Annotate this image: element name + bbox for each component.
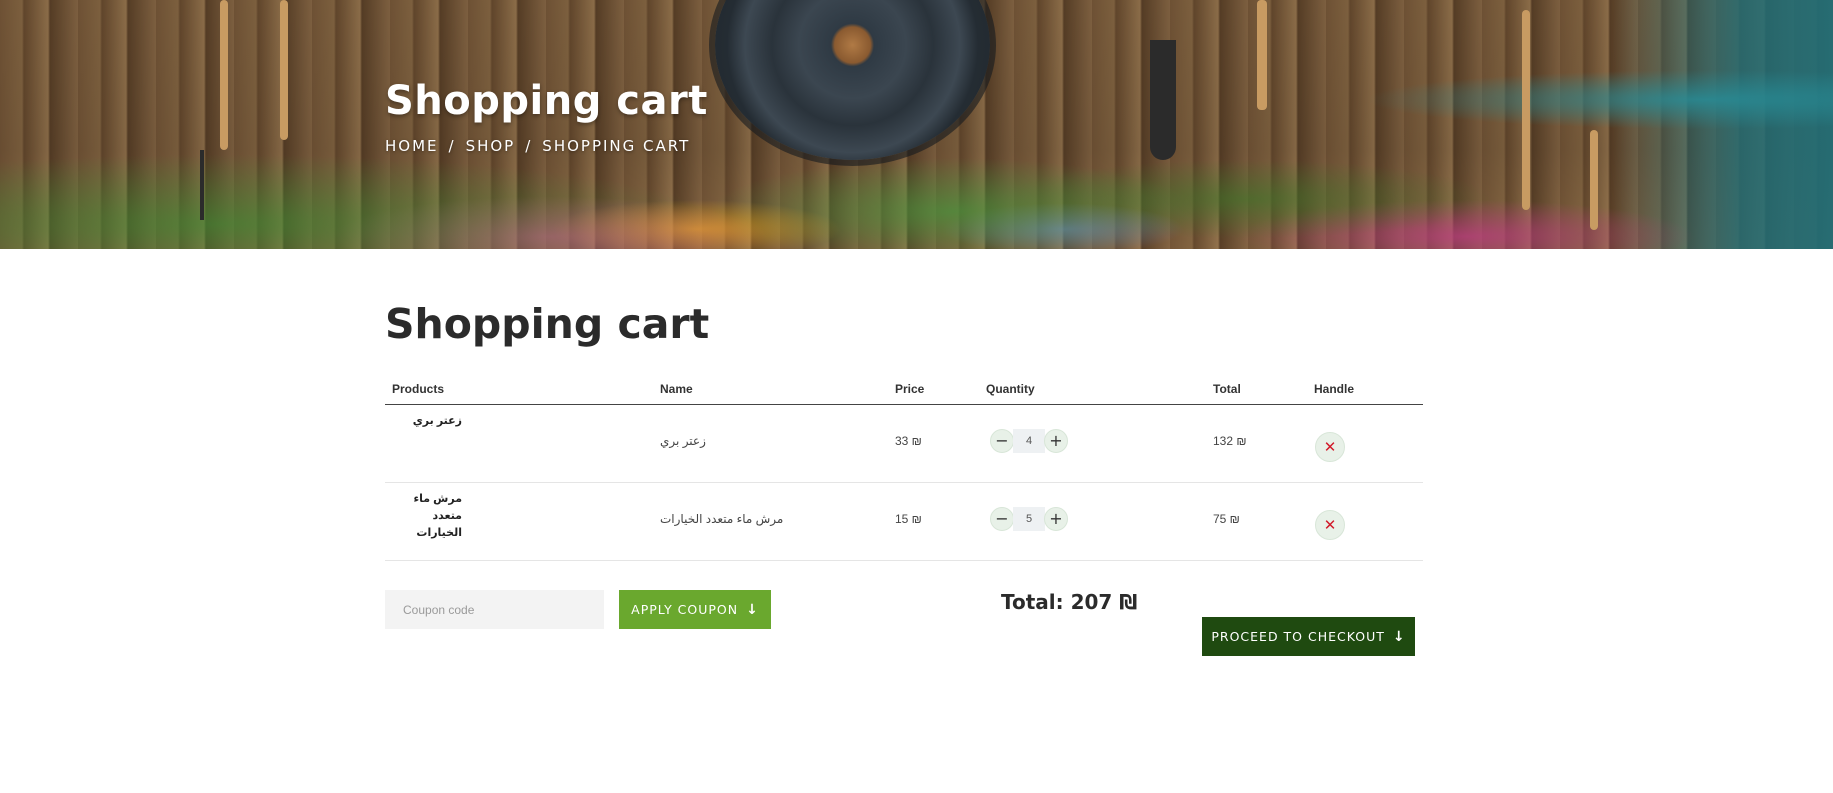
quantity-value[interactable]: 4: [1013, 429, 1045, 453]
arrow-down-icon: ↓: [1392, 628, 1406, 645]
fork-decoration: [200, 150, 204, 220]
apply-coupon-label: APPLY COUPON: [631, 602, 739, 617]
hero-banner: Shopping cart HOME / SHOP / SHOPPING CART: [0, 0, 1833, 249]
decrease-quantity-button[interactable]: −: [990, 507, 1014, 531]
hero-title: Shopping cart: [385, 78, 708, 124]
header-price: Price: [895, 382, 925, 396]
row-total: 132 ₪: [1213, 434, 1247, 448]
breadcrumb-shop-link[interactable]: SHOP: [466, 137, 516, 155]
trowel-decoration: [1150, 40, 1176, 160]
product-name: زعتر بري: [660, 434, 706, 448]
product-name: مرش ماء متعدد الخيارات: [660, 512, 784, 526]
header-total: Total: [1213, 382, 1241, 396]
cart-total: Total: 207 ₪: [1001, 590, 1138, 614]
table-row: زعتر بري زعتر بري 33 ₪ − 4 + 132 ₪ ✕: [385, 405, 1423, 483]
breadcrumb-separator: /: [525, 137, 533, 155]
product-price: 15 ₪: [895, 512, 922, 526]
proceed-to-checkout-button[interactable]: PROCEED TO CHECKOUT ↓: [1202, 617, 1415, 656]
product-price: 33 ₪: [895, 434, 922, 448]
breadcrumb-current: SHOPPING CART: [542, 137, 691, 155]
checkout-label: PROCEED TO CHECKOUT: [1211, 629, 1385, 644]
tool-handle-decoration: [1257, 0, 1267, 110]
product-image[interactable]: مرش ماء متعدد الخيارات: [392, 491, 462, 542]
tool-handle-decoration: [1522, 10, 1530, 210]
row-total: 75 ₪: [1213, 512, 1240, 526]
increase-quantity-button[interactable]: +: [1044, 507, 1068, 531]
table-header: Products Name Price Quantity Total Handl…: [385, 376, 1423, 405]
decrease-quantity-button[interactable]: −: [990, 429, 1014, 453]
breadcrumb-home-link[interactable]: HOME: [385, 137, 439, 155]
table-row: مرش ماء متعدد الخيارات مرش ماء متعدد الخ…: [385, 483, 1423, 561]
breadcrumb: HOME / SHOP / SHOPPING CART: [385, 137, 690, 155]
tool-handle-decoration: [280, 0, 288, 140]
quantity-value[interactable]: 5: [1013, 507, 1045, 531]
header-products: Products: [392, 382, 445, 396]
cart-table: Products Name Price Quantity Total Handl…: [385, 376, 1423, 561]
close-icon: ✕: [1323, 516, 1337, 534]
quantity-stepper: − 4 +: [990, 428, 1068, 454]
increase-quantity-button[interactable]: +: [1044, 429, 1068, 453]
coupon-code-input[interactable]: [385, 590, 604, 629]
header-handle: Handle: [1314, 382, 1355, 396]
product-image[interactable]: زعتر بري: [392, 413, 462, 430]
remove-item-button[interactable]: ✕: [1315, 432, 1345, 462]
arrow-down-icon: ↓: [746, 601, 759, 618]
quantity-stepper: − 5 +: [990, 506, 1068, 532]
remove-item-button[interactable]: ✕: [1315, 510, 1345, 540]
page-title: Shopping cart: [385, 300, 710, 348]
header-quantity: Quantity: [986, 382, 1035, 396]
tool-handle-decoration: [1590, 130, 1598, 230]
close-icon: ✕: [1323, 438, 1337, 456]
breadcrumb-separator: /: [448, 137, 456, 155]
tool-handle-decoration: [220, 0, 228, 150]
apply-coupon-button[interactable]: APPLY COUPON ↓: [619, 590, 771, 629]
header-name: Name: [660, 382, 693, 396]
